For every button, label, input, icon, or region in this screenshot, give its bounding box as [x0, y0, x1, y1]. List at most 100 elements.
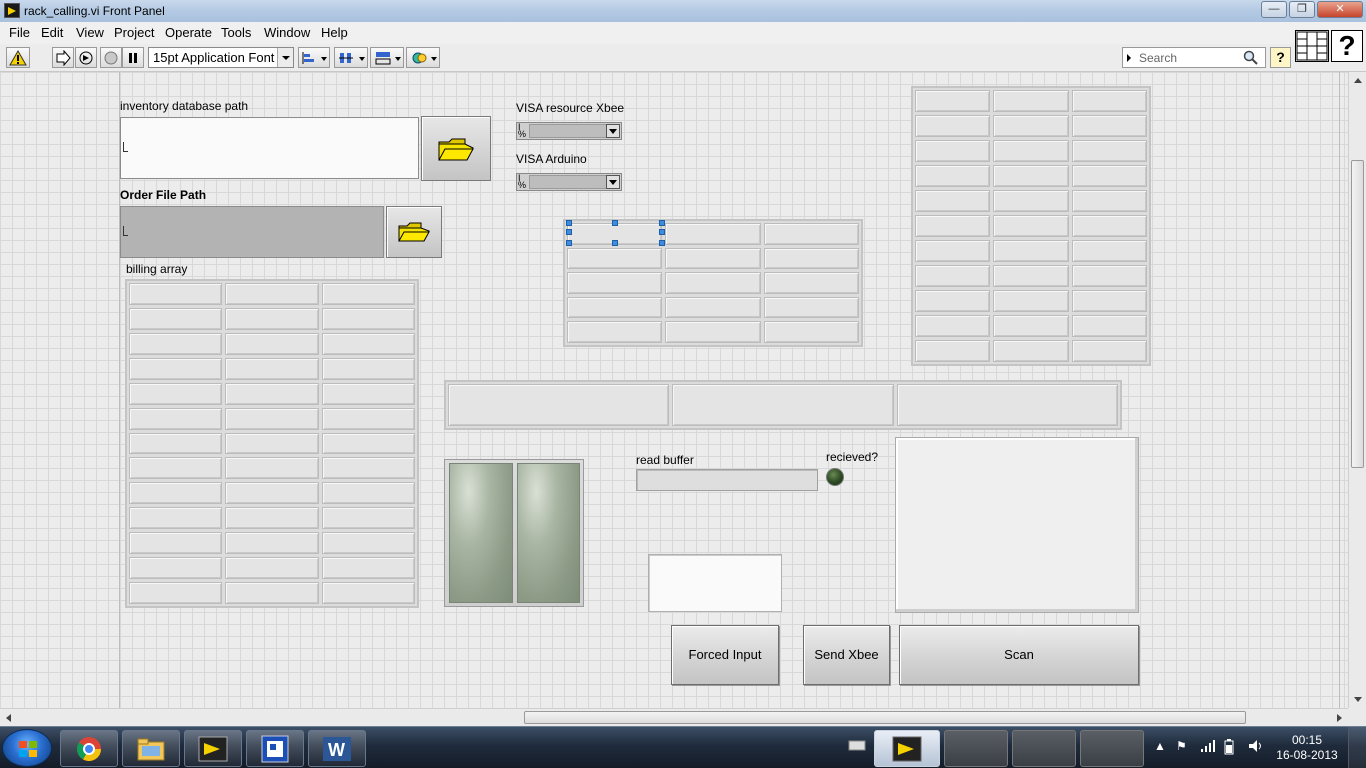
array-cell[interactable]	[129, 457, 223, 480]
system-clock[interactable]: 00:15 16-08-2013	[1276, 733, 1338, 763]
taskbar-labview-active[interactable]	[874, 730, 940, 767]
visa-arduino-selector[interactable]: I%	[516, 173, 622, 191]
order-browse-button[interactable]	[386, 206, 442, 258]
array-cell[interactable]	[915, 215, 991, 237]
front-panel[interactable]: inventory database path Order File Path …	[0, 72, 1348, 708]
search-input[interactable]: Search	[1122, 47, 1266, 68]
pause-button[interactable]	[122, 47, 144, 68]
billing-array[interactable]	[125, 279, 419, 608]
array-cell[interactable]	[321, 457, 415, 480]
run-button[interactable]	[52, 47, 74, 68]
menu-edit[interactable]: Edit	[41, 25, 63, 40]
string-display-panel[interactable]	[895, 437, 1139, 613]
array-cell[interactable]	[665, 321, 761, 343]
context-help-button[interactable]: ?	[1270, 47, 1291, 68]
array-cell[interactable]	[567, 296, 663, 319]
array-cell[interactable]	[225, 283, 319, 305]
selection-handle[interactable]	[659, 240, 665, 246]
array-cell[interactable]	[321, 307, 415, 330]
chevron-down-icon[interactable]	[606, 124, 620, 138]
array-cell[interactable]	[915, 115, 991, 137]
menu-project[interactable]: Project	[114, 25, 154, 40]
run-continuously-button[interactable]	[75, 47, 97, 68]
array-cell[interactable]	[129, 482, 223, 505]
array-cell[interactable]	[321, 507, 415, 530]
connector-pane[interactable]	[1295, 30, 1329, 62]
array-cell[interactable]	[915, 340, 991, 362]
array-cell[interactable]	[567, 247, 663, 270]
network-icon[interactable]	[1200, 739, 1216, 756]
menu-tools[interactable]: Tools	[221, 25, 251, 40]
maximize-button[interactable]: ❐	[1289, 1, 1315, 18]
array-cell[interactable]	[763, 223, 859, 245]
array-cell[interactable]	[915, 290, 991, 312]
volume-icon[interactable]	[1248, 739, 1264, 756]
selection-handle[interactable]	[566, 220, 572, 226]
array-cell[interactable]	[993, 340, 1069, 362]
action-center-flag-icon[interactable]: ⚑	[1176, 739, 1187, 753]
menu-file[interactable]: File	[9, 25, 30, 40]
array-cell[interactable]	[225, 407, 319, 430]
middle-array[interactable]	[563, 219, 863, 347]
array-cell[interactable]	[993, 190, 1069, 212]
array-cell[interactable]	[993, 165, 1069, 187]
array-cell[interactable]	[915, 190, 991, 212]
menu-window[interactable]: Window	[264, 25, 310, 40]
array-cell[interactable]	[993, 290, 1069, 312]
taskbar-chrome[interactable]	[60, 730, 118, 767]
array-cell[interactable]	[665, 272, 761, 294]
array-cell[interactable]	[129, 382, 223, 405]
horizontal-scrollbar[interactable]	[0, 708, 1348, 726]
array-cell[interactable]	[1071, 240, 1147, 262]
array-cell[interactable]	[915, 265, 991, 287]
array-cell[interactable]	[993, 115, 1069, 137]
keyboard-icon[interactable]	[848, 737, 866, 756]
array-cell[interactable]	[129, 532, 223, 555]
taskbar-window-thumbnail[interactable]	[1012, 730, 1076, 767]
right-array[interactable]	[911, 86, 1151, 366]
array-cell[interactable]	[321, 382, 415, 405]
vi-icon-help[interactable]: ?	[1331, 30, 1363, 62]
read-buffer-field[interactable]	[636, 469, 818, 491]
array-cell[interactable]	[1071, 165, 1147, 187]
array-cell[interactable]	[225, 507, 319, 530]
array-cell[interactable]	[129, 307, 223, 330]
array-cell[interactable]	[1071, 315, 1147, 337]
inventory-path-field[interactable]	[120, 117, 419, 179]
array-cell[interactable]	[321, 407, 415, 430]
selection-handle[interactable]	[659, 229, 665, 235]
array-cell[interactable]	[321, 432, 415, 455]
array-cell[interactable]	[448, 384, 670, 426]
array-cell[interactable]	[1071, 290, 1147, 312]
array-cell[interactable]	[225, 582, 319, 604]
array-cell[interactable]	[993, 265, 1069, 287]
array-cell[interactable]	[129, 357, 223, 380]
forced-input-button[interactable]: Forced Input	[671, 625, 779, 685]
array-cell[interactable]	[129, 557, 223, 580]
array-cell[interactable]	[321, 582, 415, 604]
selection-handle[interactable]	[612, 220, 618, 226]
selection-handle[interactable]	[612, 240, 618, 246]
array-cell[interactable]	[993, 215, 1069, 237]
scroll-right-icon[interactable]	[1337, 714, 1342, 722]
font-dropdown[interactable]: 15pt Application Font	[148, 47, 294, 68]
array-cell[interactable]	[321, 482, 415, 505]
array-cell[interactable]	[129, 507, 223, 530]
array-cell[interactable]	[1071, 115, 1147, 137]
array-cell[interactable]	[129, 332, 223, 355]
array-cell[interactable]	[321, 283, 415, 305]
array-cell[interactable]	[763, 321, 859, 343]
array-cell[interactable]	[321, 357, 415, 380]
taskbar-vi-window[interactable]	[246, 730, 304, 767]
array-cell[interactable]	[915, 240, 991, 262]
array-cell[interactable]	[321, 557, 415, 580]
array-cell[interactable]	[225, 307, 319, 330]
array-cell[interactable]	[1071, 190, 1147, 212]
menu-operate[interactable]: Operate	[165, 25, 212, 40]
array-cell[interactable]	[665, 223, 761, 245]
array-cell[interactable]	[665, 247, 761, 270]
array-cell[interactable]	[993, 140, 1069, 162]
taskbar-labview[interactable]	[184, 730, 242, 767]
scroll-up-icon[interactable]	[1354, 78, 1362, 83]
abort-button[interactable]	[100, 47, 122, 68]
